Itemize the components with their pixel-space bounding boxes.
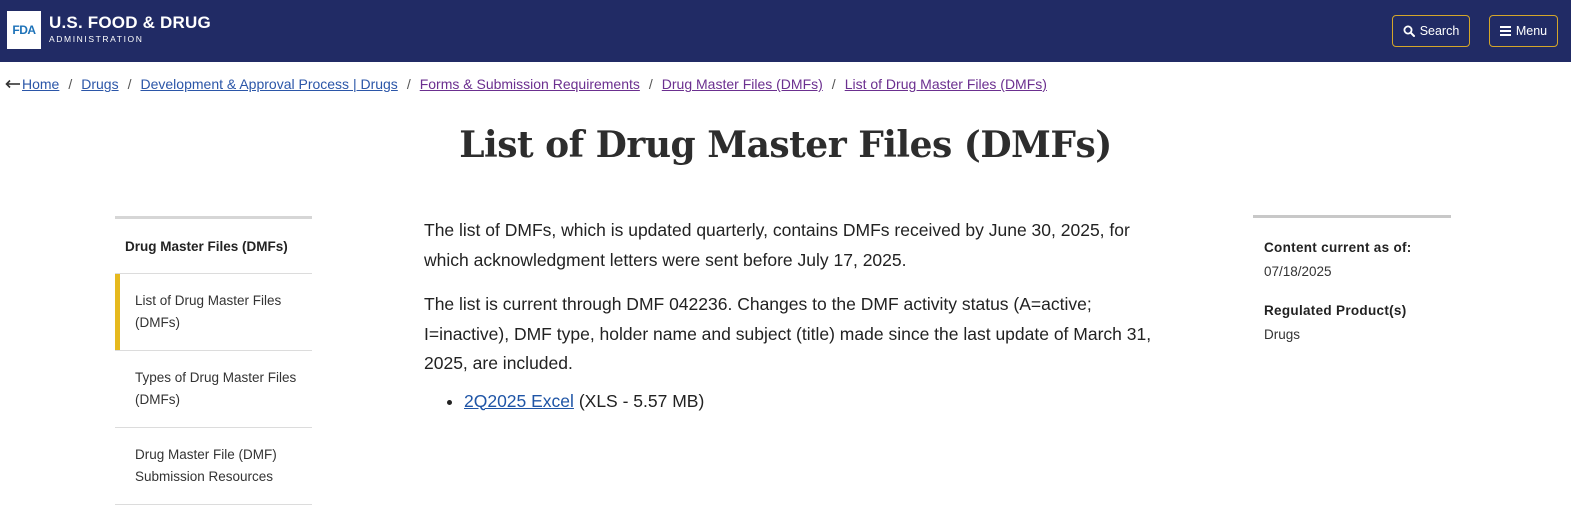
status-paragraph: The list is current through DMF 042236. … xyxy=(424,294,1152,373)
search-icon xyxy=(1403,25,1415,37)
brand-main-text: U.S. FOOD & DRUG xyxy=(49,13,211,32)
breadcrumb-separator: / xyxy=(406,76,411,92)
section-nav-item-submission-resources[interactable]: Drug Master File (DMF) Submission Resour… xyxy=(115,428,312,505)
regulated-products-value: Drugs xyxy=(1264,327,1301,342)
site-header: FDA U.S. FOOD & DRUG ADMINISTRATION Sear… xyxy=(0,0,1571,62)
breadcrumb-drugs[interactable]: Drugs xyxy=(81,76,118,92)
breadcrumb-home[interactable]: Home xyxy=(22,76,59,92)
fda-logo[interactable]: FDA xyxy=(7,11,41,49)
menu-button[interactable]: Menu xyxy=(1489,15,1558,47)
hamburger-icon xyxy=(1499,26,1511,36)
brand-name[interactable]: U.S. FOOD & DRUG ADMINISTRATION xyxy=(49,13,211,45)
search-button[interactable]: Search xyxy=(1392,15,1470,47)
breadcrumb-separator: / xyxy=(68,76,73,92)
breadcrumb-drug-master-files[interactable]: Drug Master Files (DMFs) xyxy=(662,76,823,92)
brand-sub-text: ADMINISTRATION xyxy=(49,34,144,44)
breadcrumb-separator: / xyxy=(127,76,132,92)
breadcrumb-forms-submission[interactable]: Forms & Submission Requirements xyxy=(420,76,640,92)
main-content: The list of DMFs, which is updated quart… xyxy=(424,216,1154,412)
breadcrumb-separator: / xyxy=(648,76,653,92)
regulated-products-label: Regulated Product(s) xyxy=(1264,303,1407,318)
breadcrumb-development-approval[interactable]: Development & Approval Process | Drugs xyxy=(141,76,398,92)
page-title: List of Drug Master Files (DMFs) xyxy=(459,124,1112,166)
download-excel-link[interactable]: 2Q2025 Excel xyxy=(464,391,574,411)
breadcrumb-current-page[interactable]: List of Drug Master Files (DMFs) xyxy=(845,76,1047,92)
intro-paragraph: The list of DMFs, which is updated quart… xyxy=(424,220,1130,270)
content-current-label: Content current as of: xyxy=(1264,240,1412,255)
section-nav-heading[interactable]: Drug Master Files (DMFs) xyxy=(115,219,312,274)
content-info-sidebar: Content current as of: 07/18/2025 Regula… xyxy=(1253,215,1451,342)
download-file-meta: (XLS - 5.57 MB) xyxy=(578,390,705,411)
back-arrow-icon xyxy=(5,79,20,89)
breadcrumb: Home / Drugs / Development & Approval Pr… xyxy=(5,75,1047,93)
search-label: Search xyxy=(1419,24,1460,38)
content-current-date: 07/18/2025 xyxy=(1264,264,1332,279)
logo-text: FDA xyxy=(12,23,36,37)
section-nav: Drug Master Files (DMFs) List of Drug Ma… xyxy=(115,216,312,505)
list-item: 2Q2025 Excel (XLS - 5.57 MB) xyxy=(464,390,1154,412)
section-nav-item-types-dmfs[interactable]: Types of Drug Master Files (DMFs) xyxy=(115,351,312,428)
download-list: 2Q2025 Excel (XLS - 5.57 MB) xyxy=(464,390,1154,412)
breadcrumb-separator: / xyxy=(831,76,836,92)
menu-label: Menu xyxy=(1515,24,1548,38)
section-nav-item-list-dmfs[interactable]: List of Drug Master Files (DMFs) xyxy=(115,274,312,351)
